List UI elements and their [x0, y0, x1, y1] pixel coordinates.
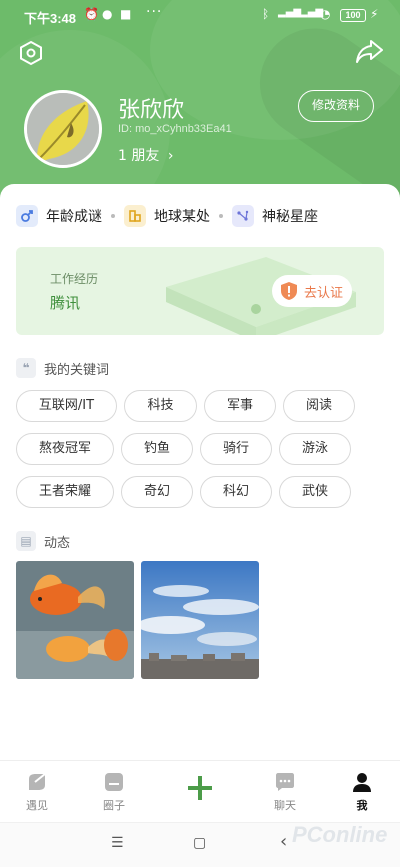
nav-chat[interactable]: 聊天: [260, 771, 310, 813]
zodiac-info[interactable]: 神秘星座: [232, 205, 318, 227]
edit-profile-button[interactable]: 修改资料: [298, 90, 374, 122]
charging-icon: ⚡: [370, 7, 379, 21]
moments-icon: ▤: [16, 531, 36, 551]
keyword-tag[interactable]: 王者荣耀: [16, 476, 114, 508]
home-icon[interactable]: ▢: [193, 835, 206, 851]
keyword-tag[interactable]: 互联网/IT: [16, 390, 117, 422]
bottom-navigation: 遇见 圈子 聊天 我: [0, 760, 400, 822]
nav-chat-label: 聊天: [274, 799, 296, 812]
age-info[interactable]: 年龄成谜: [16, 205, 102, 227]
building-icon: [124, 205, 146, 227]
certify-button[interactable]: 去认证: [272, 275, 352, 307]
profile-name: 张欣欣: [118, 98, 185, 123]
keywords-header: ❝ 我的关键词: [16, 358, 109, 378]
profile-content: 年龄成谜 地球某处 神秘星座 工作经历 腾讯 去认证 ❝ 我的关键词 互联网/I…: [0, 184, 400, 760]
wechat-icon: ●: [102, 7, 113, 21]
goldfish-photo: [16, 561, 134, 679]
separator-dot: [219, 214, 223, 218]
menu-icon[interactable]: ☰: [111, 835, 124, 851]
work-company: 腾讯: [50, 294, 81, 312]
nav-circle-label: 圈子: [103, 799, 125, 812]
constellation-icon: [232, 205, 254, 227]
back-icon[interactable]: ‹: [280, 831, 287, 852]
separator-dot: [111, 214, 115, 218]
keyword-tag[interactable]: 武侠: [279, 476, 351, 508]
keyword-tag[interactable]: 科幻: [200, 476, 272, 508]
keyword-tag[interactable]: 熬夜冠军: [16, 433, 114, 465]
keyword-tag[interactable]: 游泳: [279, 433, 351, 465]
keyword-tag[interactable]: 骑行: [200, 433, 272, 465]
status-bar: 下午3:48 ⏰ ● ■ ··· ᛒ ▂▄▆ ▂▄▆ ◔ 100 ⚡: [0, 4, 400, 28]
quote-icon: ❝: [16, 358, 36, 378]
keyword-tag[interactable]: 阅读: [283, 390, 355, 422]
nav-me[interactable]: 我: [337, 771, 387, 813]
warning-shield-icon: [281, 282, 297, 300]
keyword-tag[interactable]: 军事: [204, 390, 276, 422]
keyword-tag[interactable]: 奇幻: [121, 476, 193, 508]
profile-id: ID: mo_xCyhnb33Ea41: [118, 123, 232, 135]
signal-icon: ▂▄▆: [278, 7, 302, 18]
app-notification-icon: ■: [120, 7, 132, 21]
more-notifications-icon: ···: [146, 4, 163, 20]
work-label: 工作经历: [50, 272, 99, 286]
watermark-logo: PConline: [292, 822, 388, 847]
location-text: 地球某处: [154, 209, 210, 225]
bluetooth-icon: ᛒ: [262, 7, 270, 21]
share-icon[interactable]: [354, 38, 384, 66]
keyword-tag[interactable]: 钓鱼: [121, 433, 193, 465]
nav-circle[interactable]: 圈子: [89, 771, 139, 813]
friends-link[interactable]: 1 朋友 ›: [118, 145, 173, 165]
nav-post[interactable]: [175, 773, 225, 807]
age-text: 年龄成谜: [46, 209, 102, 225]
meet-icon: [29, 773, 46, 790]
location-info[interactable]: 地球某处: [124, 205, 210, 227]
moment-photo-sky[interactable]: [141, 561, 259, 679]
nav-meet-label: 遇见: [26, 799, 48, 812]
wifi-icon: ◔: [320, 7, 331, 21]
male-gender-icon: [16, 205, 38, 227]
keywords-title: 我的关键词: [44, 362, 110, 378]
circle-icon: [105, 773, 123, 791]
avatar[interactable]: [24, 90, 102, 168]
keyword-tag[interactable]: 科技: [124, 390, 197, 422]
nav-me-label: 我: [356, 799, 368, 812]
profile-header: 下午3:48 ⏰ ● ■ ··· ᛒ ▂▄▆ ▂▄▆ ◔ 100 ⚡ 张欣欣 I…: [0, 0, 400, 200]
battery-icon: 100: [340, 9, 366, 22]
status-time: 下午3:48: [24, 11, 77, 26]
chat-icon: [276, 773, 294, 791]
basic-info-row: 年龄成谜 地球某处 神秘星座: [16, 204, 318, 228]
moment-photo-goldfish[interactable]: [16, 561, 134, 679]
person-icon: [353, 773, 371, 792]
settings-hexagon-icon[interactable]: [18, 40, 44, 66]
chevron-right-icon: ›: [167, 148, 174, 164]
moments-header: ▤ 动态: [16, 531, 70, 551]
zodiac-text: 神秘星座: [262, 209, 318, 225]
nav-meet[interactable]: 遇见: [12, 771, 62, 813]
friends-count: 1 朋友: [118, 148, 160, 164]
certify-label: 去认证: [304, 285, 344, 301]
plus-icon: [188, 776, 212, 800]
alarm-icon: ⏰: [84, 7, 99, 21]
moments-title: 动态: [44, 535, 71, 551]
sky-clouds-photo: [141, 561, 259, 679]
work-experience-card[interactable]: 工作经历 腾讯 去认证: [16, 247, 384, 335]
